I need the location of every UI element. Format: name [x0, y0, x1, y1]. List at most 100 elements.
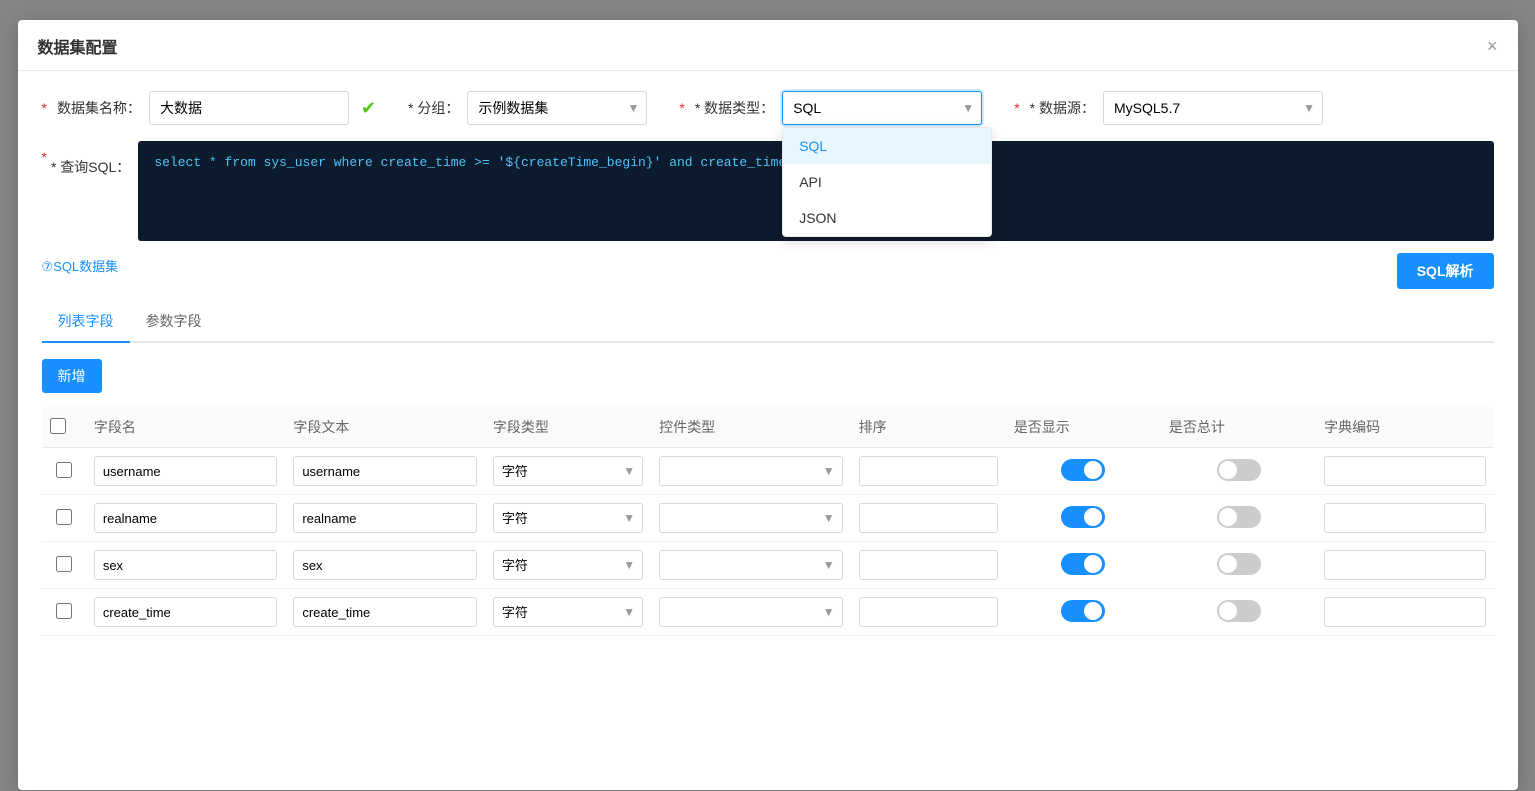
- dialog-body: * 数据集名称： ✔ * 分组： 示例数据集 ▼ * *: [18, 71, 1518, 790]
- cell-ctrltype-2: ▼: [651, 542, 851, 589]
- cell-ctrltype-0: ▼: [651, 448, 851, 495]
- show-toggle-slider-1: [1061, 506, 1105, 528]
- ctrltype-select-0[interactable]: [659, 456, 843, 486]
- dropdown-item-api[interactable]: API: [783, 164, 991, 200]
- show-toggle-1[interactable]: [1061, 506, 1105, 528]
- cell-fieldtext-1: [285, 495, 485, 542]
- fieldtype-select-wrapper-0: 字符 数值 日期 ▼: [493, 456, 643, 486]
- group-select[interactable]: 示例数据集: [467, 91, 647, 125]
- sql-info-link[interactable]: ⑦SQL数据集: [42, 256, 119, 275]
- select-all-checkbox[interactable]: [50, 418, 66, 434]
- dict-input-3[interactable]: [1324, 597, 1485, 627]
- total-toggle-0[interactable]: [1217, 459, 1261, 481]
- cell-fieldtype-1: 字符 数值 日期 ▼: [485, 495, 651, 542]
- source-select[interactable]: MySQL5.7: [1103, 91, 1323, 125]
- cell-total-3: [1161, 589, 1316, 636]
- cell-fieldtype-0: 字符 数值 日期 ▼: [485, 448, 651, 495]
- fieldtype-select-wrapper-3: 字符 数值 日期 ▼: [493, 597, 643, 627]
- fieldname-input-0[interactable]: [94, 456, 278, 486]
- total-toggle-slider-2: [1217, 553, 1261, 575]
- dialog-header: 数据集配置 ×: [18, 20, 1518, 71]
- row-checkbox-0[interactable]: [56, 462, 72, 478]
- total-toggle-1[interactable]: [1217, 506, 1261, 528]
- fieldtype-select-0[interactable]: 字符 数值 日期: [493, 456, 643, 486]
- sort-input-0[interactable]: [859, 456, 998, 486]
- type-select[interactable]: SQL API JSON: [782, 91, 982, 125]
- total-toggle-3[interactable]: [1217, 600, 1261, 622]
- fieldtext-input-3[interactable]: [293, 597, 477, 627]
- row-checkbox-1[interactable]: [56, 509, 72, 525]
- dict-input-0[interactable]: [1324, 456, 1485, 486]
- sql-analyze-button[interactable]: SQL解析: [1397, 253, 1494, 289]
- show-toggle-2[interactable]: [1061, 553, 1105, 575]
- dict-input-1[interactable]: [1324, 503, 1485, 533]
- fieldtext-input-2[interactable]: [293, 550, 477, 580]
- table-row: 字符 数值 日期 ▼ ▼: [42, 589, 1494, 636]
- show-toggle-knob-0: [1084, 461, 1102, 479]
- table-row: 字符 数值 日期 ▼ ▼: [42, 448, 1494, 495]
- ctrltype-select-wrapper-2: ▼: [659, 550, 843, 580]
- form-item-type: * * 数据类型： SQL API JSON ▼ SQL API: [679, 91, 982, 125]
- tab-param-fields[interactable]: 参数字段: [130, 301, 218, 343]
- fieldtext-input-0[interactable]: [293, 456, 477, 486]
- cell-dict-3: [1316, 589, 1493, 636]
- close-button[interactable]: ×: [1487, 37, 1498, 55]
- row-checkbox-cell: [42, 448, 86, 495]
- cell-fieldtext-0: [285, 448, 485, 495]
- cell-fieldtype-2: 字符 数值 日期 ▼: [485, 542, 651, 589]
- tab-list-fields[interactable]: 列表字段: [42, 301, 130, 343]
- row-checkbox-3[interactable]: [56, 603, 72, 619]
- table-row: 字符 数值 日期 ▼ ▼: [42, 495, 1494, 542]
- tabs: 列表字段 参数字段: [42, 301, 1494, 343]
- table-header-row: 字段名 字段文本 字段类型 控件类型 排序 是否显示 是否总计 字典编码: [42, 407, 1494, 448]
- row-checkbox-cell: [42, 542, 86, 589]
- cell-fieldtype-3: 字符 数值 日期 ▼: [485, 589, 651, 636]
- sql-label-wrapper: * * 查询SQL：: [42, 141, 131, 177]
- ctrltype-select-2[interactable]: [659, 550, 843, 580]
- fieldname-input-2[interactable]: [94, 550, 278, 580]
- cell-total-1: [1161, 495, 1316, 542]
- cell-dict-0: [1316, 448, 1493, 495]
- dropdown-item-sql[interactable]: SQL: [783, 128, 991, 164]
- fieldtext-input-1[interactable]: [293, 503, 477, 533]
- fieldtype-select-1[interactable]: 字符 数值 日期: [493, 503, 643, 533]
- show-toggle-slider-0: [1061, 459, 1105, 481]
- fieldname-input-1[interactable]: [94, 503, 278, 533]
- cell-ctrltype-3: ▼: [651, 589, 851, 636]
- fieldname-input-3[interactable]: [94, 597, 278, 627]
- show-toggle-slider-3: [1061, 600, 1105, 622]
- show-toggle-knob-2: [1084, 555, 1102, 573]
- total-toggle-knob-1: [1219, 508, 1237, 526]
- fieldtype-select-2[interactable]: 字符 数值 日期: [493, 550, 643, 580]
- form-row-1: * 数据集名称： ✔ * 分组： 示例数据集 ▼ * *: [42, 91, 1494, 125]
- dict-input-2[interactable]: [1324, 550, 1485, 580]
- cell-total-2: [1161, 542, 1316, 589]
- dataset-name-input[interactable]: [149, 91, 349, 125]
- total-toggle-slider-1: [1217, 506, 1261, 528]
- cell-sort-1: [851, 495, 1006, 542]
- cell-dict-2: [1316, 542, 1493, 589]
- row-checkbox-cell: [42, 589, 86, 636]
- fieldtype-select-3[interactable]: 字符 数值 日期: [493, 597, 643, 627]
- required-star-source: *: [1014, 100, 1019, 116]
- ctrltype-select-1[interactable]: [659, 503, 843, 533]
- total-toggle-2[interactable]: [1217, 553, 1261, 575]
- show-toggle-knob-1: [1084, 508, 1102, 526]
- cell-sort-0: [851, 448, 1006, 495]
- sort-input-2[interactable]: [859, 550, 998, 580]
- group-select-wrapper: 示例数据集 ▼: [467, 91, 647, 125]
- show-toggle-3[interactable]: [1061, 600, 1105, 622]
- dropdown-item-json[interactable]: JSON: [783, 200, 991, 236]
- source-label: * 数据源：: [1030, 98, 1095, 118]
- cell-show-1: [1006, 495, 1161, 542]
- ctrltype-select-wrapper-0: ▼: [659, 456, 843, 486]
- add-field-button[interactable]: 新增: [42, 359, 102, 393]
- required-star: *: [42, 100, 47, 116]
- row-checkbox-2[interactable]: [56, 556, 72, 572]
- show-toggle-0[interactable]: [1061, 459, 1105, 481]
- cell-sort-3: [851, 589, 1006, 636]
- sort-input-3[interactable]: [859, 597, 998, 627]
- sort-input-1[interactable]: [859, 503, 998, 533]
- cell-fieldname-1: [86, 495, 286, 542]
- ctrltype-select-3[interactable]: [659, 597, 843, 627]
